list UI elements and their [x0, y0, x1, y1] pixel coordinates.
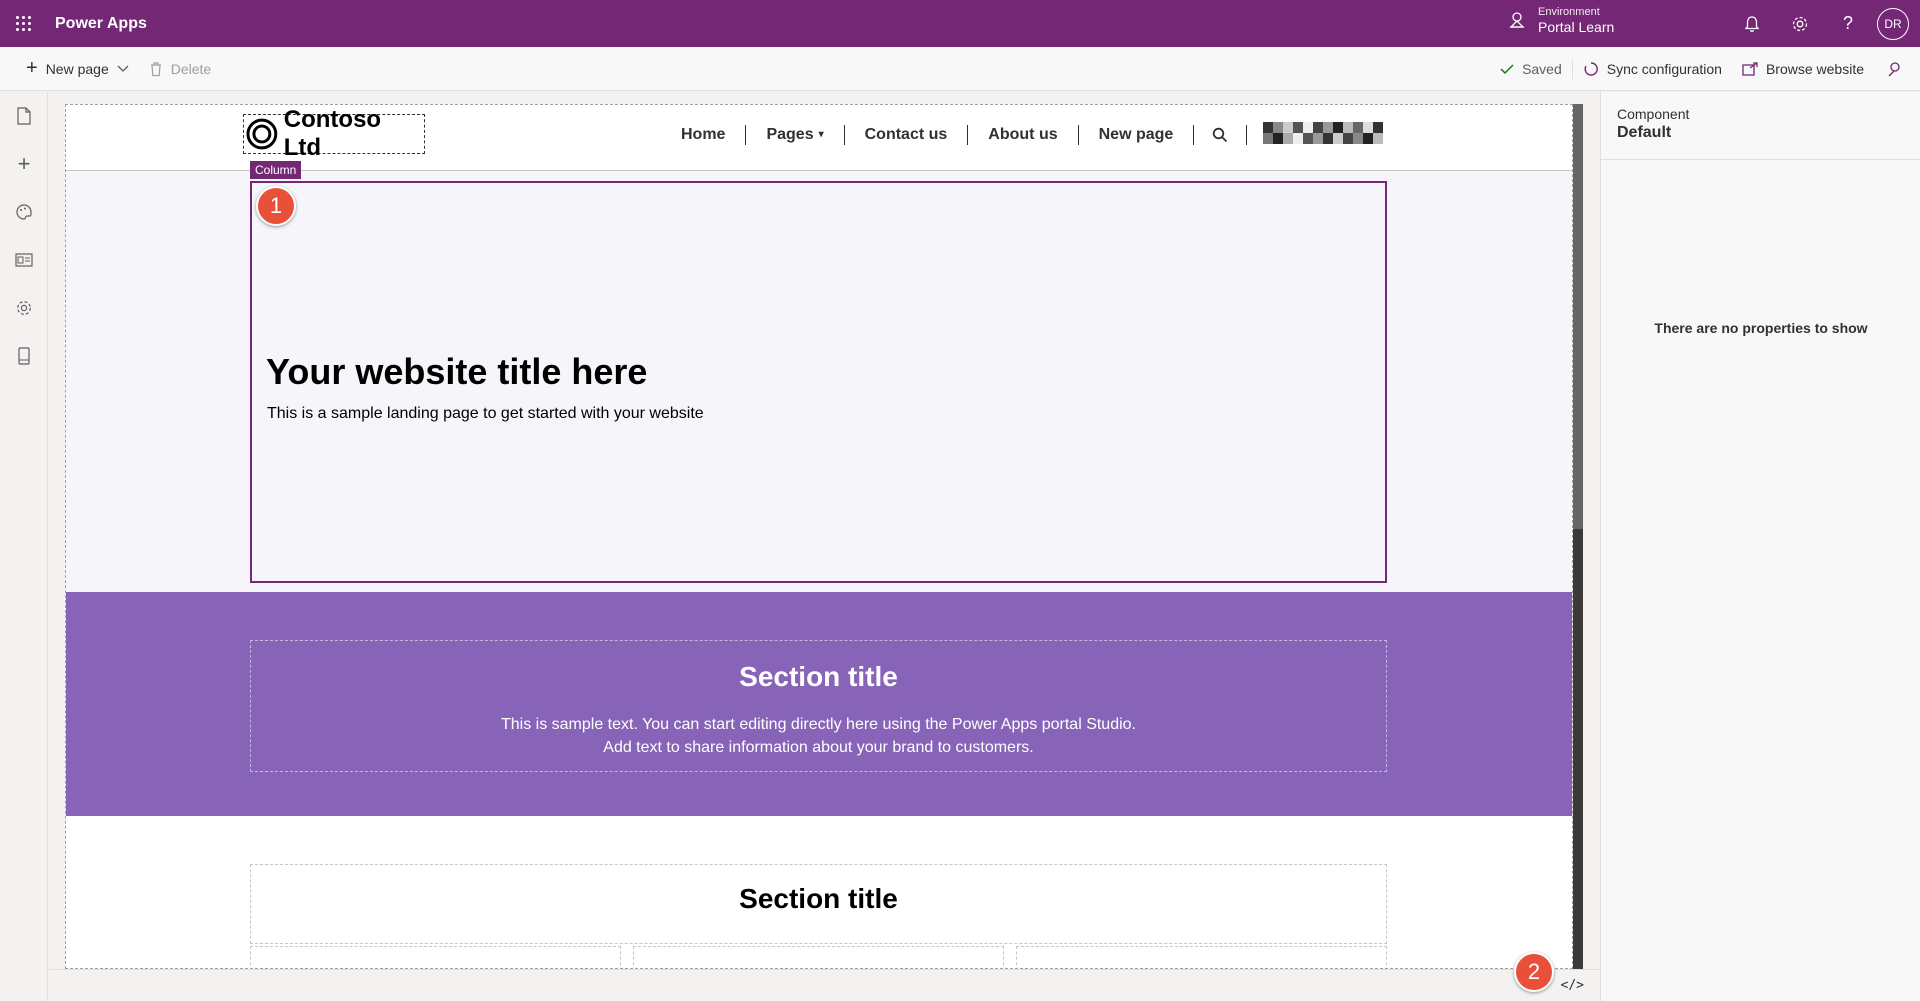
app-title[interactable]: Power Apps [55, 15, 147, 33]
sync-configuration-button[interactable]: Sync configuration [1573, 47, 1732, 91]
purple-section-text-2[interactable]: Add text to share information about your… [251, 736, 1386, 759]
blurred-profile-image [1263, 122, 1383, 144]
nav-pages-label: Pages [766, 126, 814, 143]
rail-mobile-button[interactable] [0, 332, 48, 380]
nav-about-us[interactable]: About us [968, 125, 1079, 145]
purple-section-text-1[interactable]: This is sample text. You can start editi… [251, 713, 1386, 736]
purple-section-column[interactable]: Section title This is sample text. You c… [250, 640, 1387, 772]
card-column[interactable] [633, 946, 1004, 968]
canvas-footer: </> [49, 969, 1600, 1001]
user-avatar[interactable]: DR [1877, 7, 1909, 40]
app-header: Power Apps Environment Portal Learn ? DR [0, 0, 1920, 47]
environment-picker[interactable]: Environment Portal Learn [1508, 6, 1614, 35]
feedback-button[interactable] [1874, 47, 1920, 91]
hero-subtitle[interactable]: This is a sample landing page to get sta… [267, 405, 704, 423]
left-rail: + [0, 92, 48, 1001]
theme-icon [16, 204, 32, 220]
caret-down-icon: ▾ [818, 129, 824, 140]
properties-panel: Component Default There are no propertie… [1600, 92, 1920, 1001]
code-editor-toggle-icon[interactable]: </> [1561, 978, 1584, 993]
nav-search-button[interactable] [1194, 125, 1248, 145]
component-value: Default [1617, 124, 1672, 141]
properties-header: Component Default [1601, 92, 1920, 160]
environment-name: Portal Learn [1538, 18, 1615, 35]
purple-section-title[interactable]: Section title [251, 661, 1386, 693]
sync-icon [1584, 62, 1598, 76]
white-section-column[interactable]: Section title [250, 864, 1387, 944]
nav-new-page[interactable]: New page [1079, 125, 1195, 145]
pages-icon [17, 107, 31, 125]
column-tag: Column [250, 161, 302, 179]
purple-section: Section title This is sample text. You c… [66, 592, 1572, 816]
rail-templates-button[interactable] [0, 236, 48, 284]
selected-column[interactable]: Your website title here This is a sample… [250, 181, 1387, 583]
nav-contact-us[interactable]: Contact us [845, 125, 969, 145]
bell-icon [1744, 15, 1760, 32]
white-section: Section title [66, 816, 1572, 968]
chevron-down-icon [117, 65, 129, 72]
delete-button[interactable]: Delete [139, 47, 221, 91]
saved-label: Saved [1522, 61, 1562, 77]
gear-icon [1792, 16, 1808, 31]
delete-label: Delete [170, 60, 212, 77]
help-icon: ? [1842, 13, 1853, 33]
rail-add-button[interactable]: + [0, 140, 48, 188]
rail-settings-button[interactable] [0, 284, 48, 332]
help-button[interactable]: ? [1824, 0, 1872, 47]
component-label: Component [1617, 106, 1690, 122]
browse-website-button[interactable]: Browse website [1732, 47, 1874, 91]
site-brand[interactable]: Contoso Ltd [243, 106, 425, 161]
card-row [250, 946, 1387, 968]
design-canvas: Contoso Ltd Home Pages ▾ Contact us Abou… [49, 92, 1600, 969]
new-page-label: New page [45, 60, 109, 77]
settings-icon [17, 301, 31, 315]
hero-section: Your website title here This is a sample… [66, 171, 1572, 592]
rail-theme-button[interactable] [0, 188, 48, 236]
new-page-button[interactable]: + New page [16, 47, 139, 91]
sync-label: Sync configuration [1606, 61, 1722, 77]
browse-label: Browse website [1765, 61, 1864, 77]
app-launcher-button[interactable] [0, 0, 46, 47]
environment-label: Environment [1538, 6, 1600, 18]
trash-icon [150, 61, 161, 76]
nav-home[interactable]: Home [661, 125, 747, 145]
notifications-button[interactable] [1728, 0, 1776, 47]
plus-icon: + [26, 57, 38, 79]
command-bar: + New page Delete Saved Sync configurati… [0, 47, 1920, 91]
environment-icon [1509, 12, 1525, 29]
scrollbar-thumb[interactable] [1573, 104, 1583, 529]
canvas-scrollbar[interactable] [1573, 104, 1583, 969]
templates-icon [15, 253, 33, 267]
rail-pages-button[interactable] [0, 92, 48, 140]
card-column[interactable] [250, 946, 621, 968]
nav-pages[interactable]: Pages ▾ [746, 125, 845, 145]
callout-badge-2: 2 [1514, 952, 1554, 992]
site-brand-name: Contoso Ltd [283, 106, 382, 161]
saved-status: Saved [1490, 47, 1572, 91]
website-page: Contoso Ltd Home Pages ▾ Contact us Abou… [65, 104, 1573, 969]
callout-badge-1: 1 [256, 186, 296, 226]
mobile-icon [18, 347, 30, 365]
open-external-icon [1742, 62, 1758, 76]
card-column[interactable] [1016, 946, 1387, 968]
site-navigation: Home Pages ▾ Contact us About us New pag… [661, 123, 1248, 147]
settings-button[interactable] [1776, 0, 1824, 47]
white-section-title[interactable]: Section title [251, 883, 1386, 915]
hero-title[interactable]: Your website title here [266, 351, 647, 393]
contoso-logo-icon [246, 118, 278, 150]
feedback-icon [1888, 62, 1900, 77]
waffle-icon [15, 16, 31, 31]
checkmark-icon [1500, 64, 1514, 75]
search-icon [1213, 127, 1228, 143]
no-properties-message: There are no properties to show [1654, 320, 1868, 336]
add-icon: + [17, 151, 31, 176]
